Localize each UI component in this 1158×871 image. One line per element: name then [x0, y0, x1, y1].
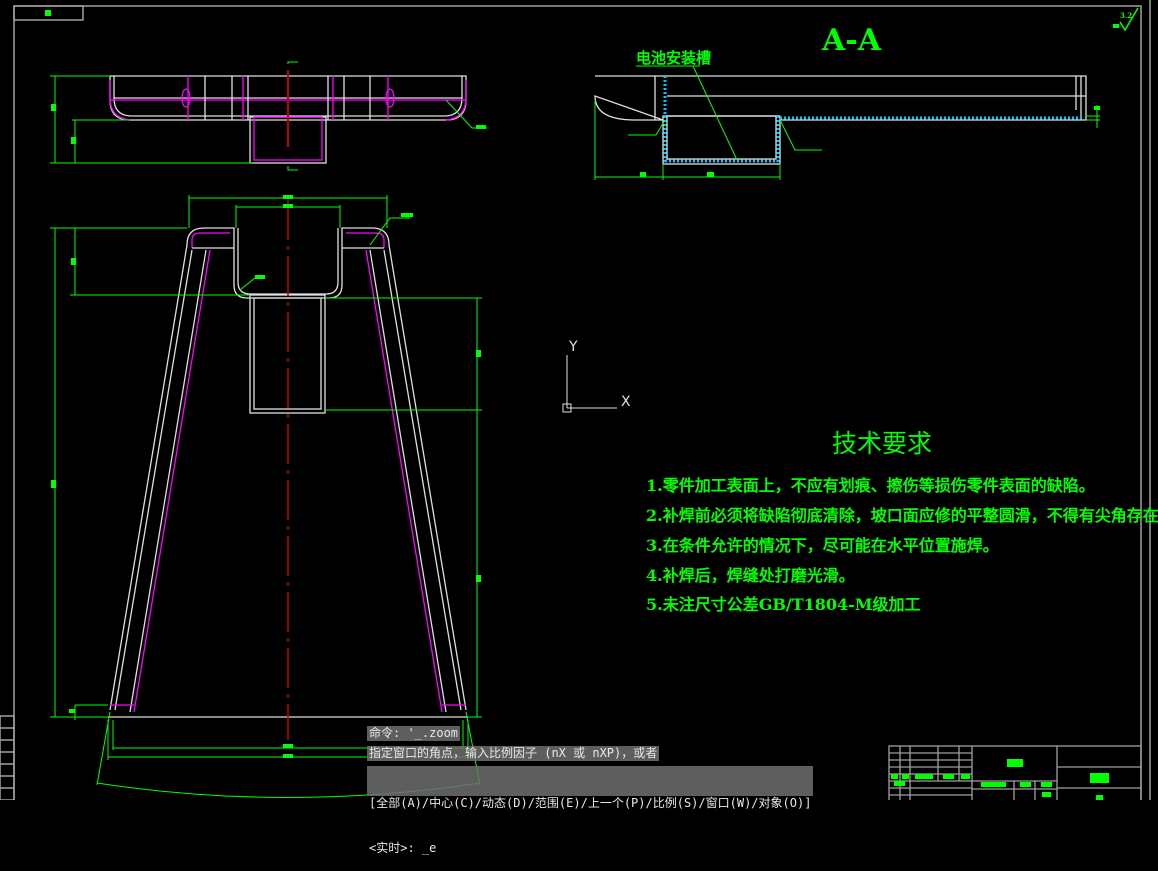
command-prompt[interactable]: [全部(A)/中心(C)/动态(D)/范围(E)/上一个(P)/比例(S)/窗口…	[367, 766, 814, 855]
svg-text:X: X	[621, 394, 631, 410]
tech-requirements-title: 技术要求	[832, 429, 933, 458]
title-block	[888, 745, 1142, 800]
tech-requirement-item: 1.零件加工表面上，不应有划痕、擦伤等损伤零件表面的缺陷。	[646, 476, 1095, 495]
command-history-line: 指定窗口的角点，输入比例因子 (nX 或 nXP)，或者	[367, 746, 660, 761]
svg-text:3.2: 3.2	[1120, 11, 1132, 20]
tech-requirement-item: 3.在条件允许的情况下，尽可能在水平位置施焊。	[646, 536, 999, 555]
front-view-dimensions	[50, 195, 482, 798]
roughness-symbol: 3.2	[1113, 7, 1139, 32]
battery-slot-label: 电池安装槽	[636, 49, 711, 67]
tech-requirement-item: 5.未注尺寸公差GB/T1804-M级加工	[646, 595, 921, 614]
tech-requirement-item: 4.补焊后，焊缝处打磨光滑。	[646, 566, 855, 585]
section-title: A-A	[821, 23, 882, 58]
command-history-line: 命令: '_.zoom	[367, 726, 461, 741]
tech-requirement-item: 2.补焊前必须将缺陷彻底清除，坡口面应修的平整圆滑，不得有尖角存在。	[646, 506, 1158, 525]
sheet-number-mark	[45, 10, 51, 16]
cad-drawing-canvas[interactable]: 3.2 A-A 电池安装槽 Y X	[0, 0, 1158, 800]
section-dimensions	[594, 65, 1100, 180]
command-input[interactable]: <实时>: _e	[369, 841, 811, 856]
front-view	[108, 200, 468, 740]
svg-text:Y: Y	[568, 339, 578, 355]
top-view	[109, 70, 467, 164]
section-view	[594, 75, 1087, 165]
command-options: [全部(A)/中心(C)/动态(D)/范围(E)/上一个(P)/比例(S)/窗口…	[369, 796, 812, 810]
ucs-icon: Y X	[562, 339, 631, 413]
